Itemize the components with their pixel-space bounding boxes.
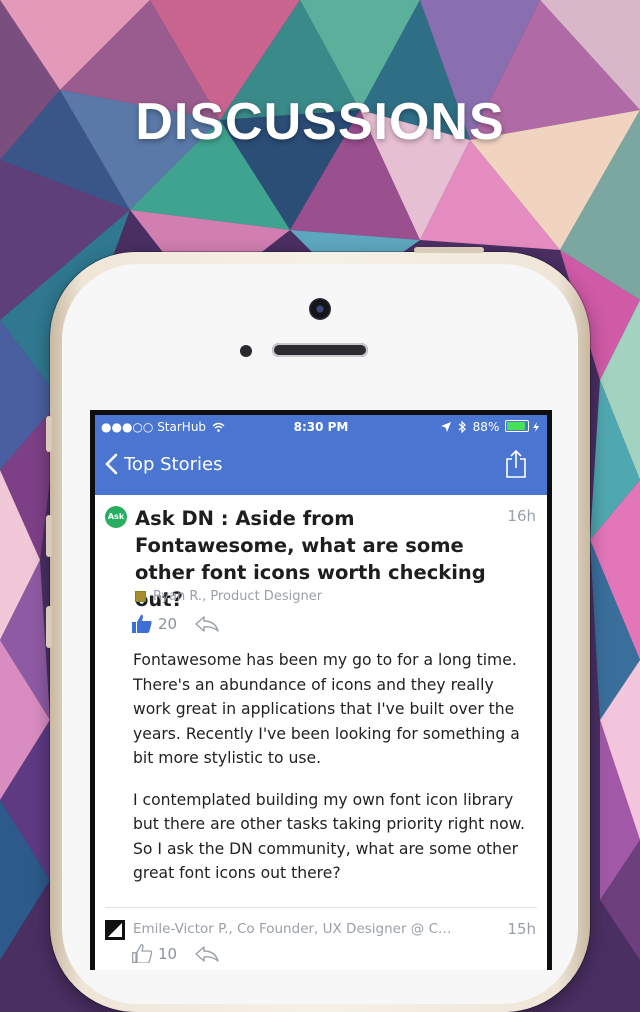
author-avatar bbox=[135, 591, 146, 602]
comment-time: 15h bbox=[507, 920, 536, 938]
status-right: 88% bbox=[441, 420, 539, 434]
comment-author[interactable]: Emile-Victor P., Co Founder, UX Designer… bbox=[133, 921, 459, 937]
comment-avatar bbox=[105, 920, 125, 940]
volume-down-button bbox=[46, 606, 52, 648]
chevron-left-icon bbox=[105, 453, 118, 475]
reply-icon[interactable] bbox=[195, 945, 219, 962]
mute-switch bbox=[46, 416, 52, 452]
thumbs-up-icon[interactable] bbox=[132, 614, 152, 633]
share-button[interactable] bbox=[505, 449, 527, 483]
post-paragraph: I contemplated building my own font icon… bbox=[133, 790, 525, 883]
battery-icon bbox=[505, 420, 530, 432]
post-body: Fontawesome has been my go to for a long… bbox=[133, 648, 533, 903]
back-button[interactable]: Top Stories bbox=[105, 453, 222, 475]
share-icon bbox=[506, 449, 526, 478]
comment-avatar-logo-icon bbox=[105, 920, 125, 940]
battery-fill bbox=[507, 422, 526, 430]
earpiece-speaker bbox=[272, 343, 368, 357]
post-actions: 20 bbox=[132, 614, 219, 633]
navigation-bar: ●●●○○ StarHub 8:30 PM 88% Top Stories bbox=[95, 415, 547, 495]
ask-badge: Ask bbox=[105, 506, 127, 528]
front-camera bbox=[309, 298, 331, 320]
thumbs-up-outline-icon[interactable] bbox=[132, 944, 152, 963]
reply-icon[interactable] bbox=[195, 615, 219, 632]
headline: DISCUSSIONS bbox=[135, 93, 505, 151]
post-author-name: Ryan R., Product Designer bbox=[153, 589, 323, 604]
post-paragraph: Fontawesome has been my go to for a long… bbox=[133, 651, 520, 767]
volume-up-button bbox=[46, 515, 52, 557]
power-button bbox=[414, 247, 484, 253]
charging-bolt-icon bbox=[533, 422, 539, 432]
phone-screen: ●●●○○ StarHub 8:30 PM 88% Top Stories As… bbox=[90, 410, 552, 970]
comment-actions: 10 bbox=[132, 944, 219, 963]
location-arrow-icon bbox=[441, 422, 452, 432]
back-button-label: Top Stories bbox=[124, 453, 223, 475]
battery-percent: 88% bbox=[472, 420, 500, 434]
post-upvote-count: 20 bbox=[158, 614, 178, 633]
comment-divider bbox=[105, 907, 537, 908]
status-bar: ●●●○○ StarHub 8:30 PM 88% bbox=[95, 415, 547, 439]
post-author[interactable]: Ryan R., Product Designer bbox=[135, 589, 322, 604]
post-time: 16h bbox=[507, 507, 536, 525]
proximity-sensor bbox=[240, 345, 252, 357]
bluetooth-icon bbox=[458, 420, 466, 434]
app-view: ●●●○○ StarHub 8:30 PM 88% Top Stories As… bbox=[95, 415, 547, 970]
